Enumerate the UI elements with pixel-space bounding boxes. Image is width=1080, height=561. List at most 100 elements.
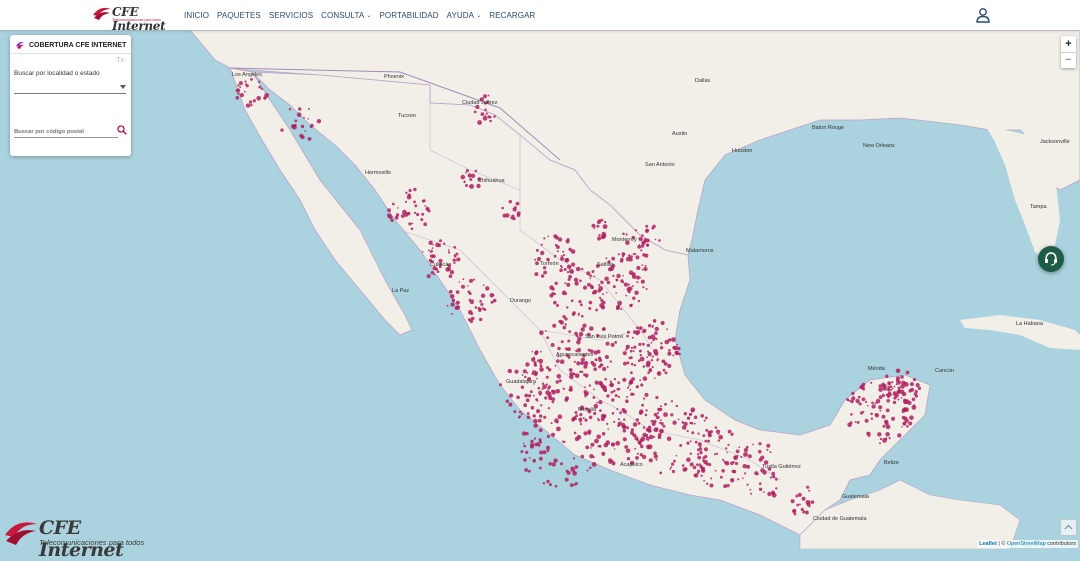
coverage-dot [303,116,305,119]
coverage-dot [640,383,644,387]
coverage-dot [738,446,741,449]
map-label: La Paz [392,288,410,294]
coverage-dot [550,343,555,347]
coverage-dot [650,419,654,423]
headset-icon [1045,252,1057,266]
coverage-dot [617,381,621,385]
map-label: Matamoros [686,248,714,254]
coverage-dot [861,387,866,391]
coverage-dot [420,218,424,222]
chat-support-button[interactable] [1038,246,1064,272]
coverage-dot [871,404,876,409]
coverage-dot [623,282,629,287]
coverage-dot [237,92,240,95]
postal-code-input[interactable] [14,127,118,138]
map-label: San Luis Potosí [585,334,624,340]
coverage-dot [653,412,658,417]
leaflet-link[interactable]: Leaflet [979,541,997,547]
coverage-dot [627,283,630,286]
coverage-dot [651,324,654,327]
locality-select[interactable] [14,81,126,94]
coverage-dot [758,449,762,454]
coverage-dot [663,412,668,417]
coverage-dot [556,374,562,379]
coverage-dot [480,302,484,306]
coverage-dot [856,420,860,424]
coverage-dot [601,231,606,237]
coverage-dot [804,510,809,515]
coverage-dot [476,183,481,189]
coverage-dot [882,424,886,428]
coverage-dot [891,387,894,390]
coverage-dot [526,372,529,374]
coverage-dot [851,391,855,396]
coverage-dot [706,482,709,485]
coverage-dot [589,466,592,470]
user-icon[interactable] [975,7,991,23]
coverage-dot [543,270,547,275]
scroll-top-button[interactable] [1060,519,1077,536]
dropdown-arrow-icon[interactable] [120,85,126,89]
map-label: Guatemala [842,494,869,500]
nav-inicio[interactable]: INICIO [180,11,213,20]
coverage-dot [877,432,882,437]
coverage-dot [539,364,543,368]
coverage-dot [868,435,871,438]
map-tiles[interactable] [0,30,1080,549]
coverage-dot [882,383,887,389]
coverage-dot [601,235,605,239]
coverage-dot [889,385,893,389]
nav-consulta[interactable]: CONSULTA ⌄ [317,11,375,20]
coverage-dot [720,475,723,479]
coverage-dot [553,458,558,463]
zoom-in-button[interactable]: + [1061,36,1076,52]
coverage-dot [683,412,687,416]
coverage-dot [671,469,676,474]
coverage-dot [730,478,735,483]
nav-servicios[interactable]: SERVICIOS [265,11,317,20]
coverage-dot [626,395,629,398]
coverage-dot [666,328,668,331]
coverage-dot [423,222,428,227]
zoom-out-button[interactable]: − [1061,52,1076,68]
coverage-dot [483,94,487,99]
clear-format-icon[interactable]: Tx [116,57,124,64]
coverage-dot [428,240,433,245]
coverage-dot [638,326,643,330]
coverage-dot [725,461,730,466]
coverage-dot [536,409,541,414]
coverage-dot [672,420,677,425]
coverage-dot [705,428,709,432]
coverage-dot [578,300,582,304]
coverage-dot [647,371,650,375]
nav-portabilidad[interactable]: PORTABILIDAD [375,11,442,20]
coverage-dot [874,402,877,405]
coverage-dot [437,243,441,248]
osm-link[interactable]: OpenStreetMap [1007,541,1046,547]
nav-recargar[interactable]: RECARGAR [485,11,539,20]
coverage-dot [614,394,618,398]
coverage-dot [903,416,908,421]
coverage-dot [579,413,583,417]
coverage-dot [603,385,607,389]
cfe-logo[interactable]: CFE Internet Telecomunicaciones para tod… [92,5,168,33]
coverage-dot [645,238,650,243]
coverage-dot [538,438,542,442]
nav-ayuda[interactable]: AYUDA ⌄ [443,11,486,20]
coverage-dot [806,485,810,489]
coverage-dot [600,417,605,422]
coverage-dot [428,249,430,252]
coverage-dot [567,347,571,351]
coverage-dot [548,385,551,388]
coverage-dot [682,467,687,472]
coverage-dot [660,405,662,408]
coverage-dot [625,399,629,404]
coverage-map[interactable]: Los Angeles Phoenix Tucson Ciudad Juárez… [0,30,1080,549]
nav-paquetes[interactable]: PAQUETES [213,11,265,20]
search-icon[interactable] [117,125,127,135]
coverage-dot [643,240,646,244]
coverage-dot [307,118,310,120]
coverage-dot [562,250,565,253]
coverage-dot [554,281,558,285]
nav-label: CONSULTA [321,10,365,20]
